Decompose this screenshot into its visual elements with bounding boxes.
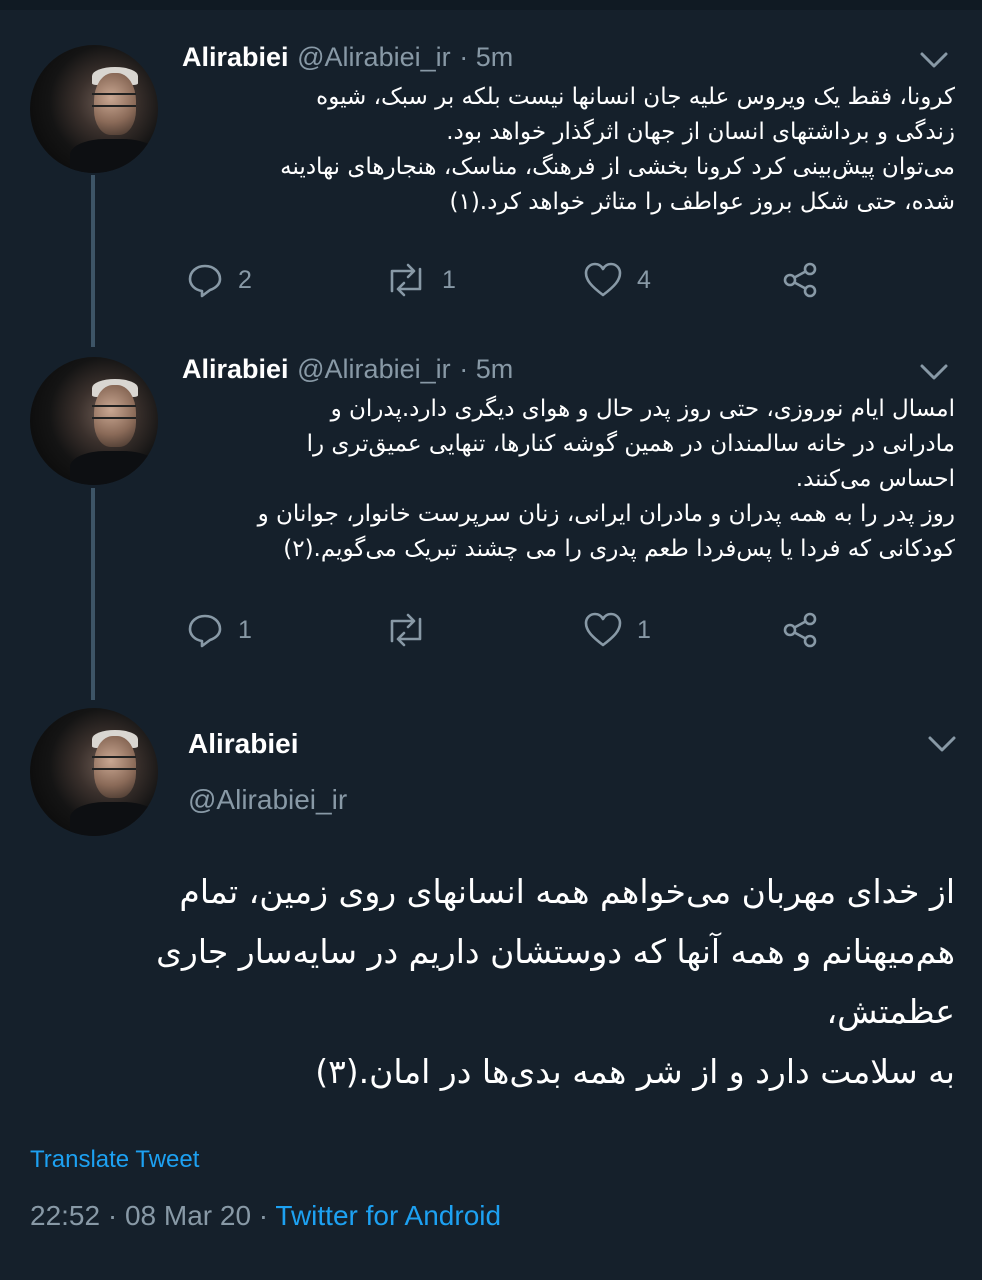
avatar[interactable] xyxy=(30,357,158,485)
reply-icon xyxy=(188,614,222,648)
author-handle[interactable]: @Alirabiei_ir xyxy=(297,354,450,384)
tweet-actions: 1 1 xyxy=(0,610,982,650)
chevron-down-icon[interactable] xyxy=(926,732,958,756)
top-edge xyxy=(0,0,982,10)
like-count: 1 xyxy=(637,615,651,644)
tweet-text: کرونا، فقط یک ویروس علیه جان انسانها نیس… xyxy=(175,80,955,220)
retweet-icon xyxy=(390,613,422,647)
tweet-text: از خدای مهربان می‌خواهم همه انسانهای روی… xyxy=(40,862,955,1102)
reply-button[interactable]: 1 xyxy=(186,610,252,650)
avatar[interactable] xyxy=(30,708,158,836)
tweet-source-link[interactable]: Twitter for Android xyxy=(275,1200,501,1231)
tweet-text-line: امسال ایام نوروزی، حتی روز پدر حال و هوا… xyxy=(330,396,955,422)
reply-count: 2 xyxy=(238,265,252,294)
tweet-text: امسال ایام نوروزی، حتی روز پدر حال و هوا… xyxy=(175,392,955,567)
retweet-button[interactable] xyxy=(384,610,442,650)
retweet-button[interactable]: 1 xyxy=(384,260,456,300)
share-button[interactable] xyxy=(781,260,821,300)
tweet-age: · 5m xyxy=(459,354,514,384)
retweet-count: 1 xyxy=(442,265,456,294)
translate-tweet-link[interactable]: Translate Tweet xyxy=(30,1146,199,1174)
tweet-actions: 2 1 4 xyxy=(0,260,982,300)
tweet-text-line: کودکانی که فردا یا پس‌فردا طعم پدری را م… xyxy=(283,536,955,562)
author-handle[interactable]: @Alirabiei_ir xyxy=(297,42,450,72)
share-icon xyxy=(783,612,817,648)
like-button[interactable]: 1 xyxy=(583,610,651,650)
retweet-icon xyxy=(390,263,422,297)
tweet-text-line: احساس می‌کنند. xyxy=(795,466,955,492)
like-count: 4 xyxy=(637,265,651,294)
tweet-text-line: روز پدر را به همه پدران و مادران ایرانی،… xyxy=(257,501,955,527)
heart-icon xyxy=(584,262,622,297)
thread-line-2 xyxy=(91,488,95,700)
like-button[interactable]: 4 xyxy=(583,260,651,300)
chevron-down-icon[interactable] xyxy=(918,360,950,384)
author-name[interactable]: Alirabiei xyxy=(188,728,298,760)
heart-icon xyxy=(584,612,622,647)
tweet-timestamp: 22:52 · 08 Mar 20 · xyxy=(30,1200,276,1231)
tweet-text-line: از خدای مهربان می‌خواهم همه انسانهای روی… xyxy=(179,872,955,911)
tweet-text-line: هم‌میهنانم و همه آنها که دوستشان داریم د… xyxy=(156,932,955,971)
tweet-footer: 22:52 · 08 Mar 20 · Twitter for Android xyxy=(30,1200,501,1232)
share-button[interactable] xyxy=(781,610,821,650)
author-name[interactable]: Alirabiei xyxy=(182,42,289,72)
chevron-down-icon[interactable] xyxy=(918,48,950,72)
avatar[interactable] xyxy=(30,45,158,173)
tweet-text-line: مادرانی در خانه سالمندان در همین گوشه کن… xyxy=(306,431,955,457)
tweet-text-line: کرونا، فقط یک ویروس علیه جان انسانها نیس… xyxy=(316,84,955,110)
author-handle[interactable]: @Alirabiei_ir xyxy=(188,784,347,816)
tweet-text-line: می‌توان پیش‌بینی کرد کرونا بخشی از فرهنگ… xyxy=(280,154,955,180)
reply-count: 1 xyxy=(238,615,252,644)
reply-button[interactable]: 2 xyxy=(186,260,252,300)
tweet-text-line: زندگی و برداشتهای انسان از جهان اثرگذار … xyxy=(446,119,955,145)
tweet-text-line: شده، حتی شکل بروز عواطف را متاثر خواهد ک… xyxy=(449,189,955,215)
tweet-age: · 5m xyxy=(459,42,514,72)
author-name[interactable]: Alirabiei xyxy=(182,354,289,384)
tweet-text-line: عظمتش، xyxy=(826,992,955,1031)
reply-icon xyxy=(188,264,222,298)
share-icon xyxy=(783,262,817,298)
tweet-text-line: به سلامت دارد و از شر همه بدی‌ها در امان… xyxy=(315,1052,955,1091)
